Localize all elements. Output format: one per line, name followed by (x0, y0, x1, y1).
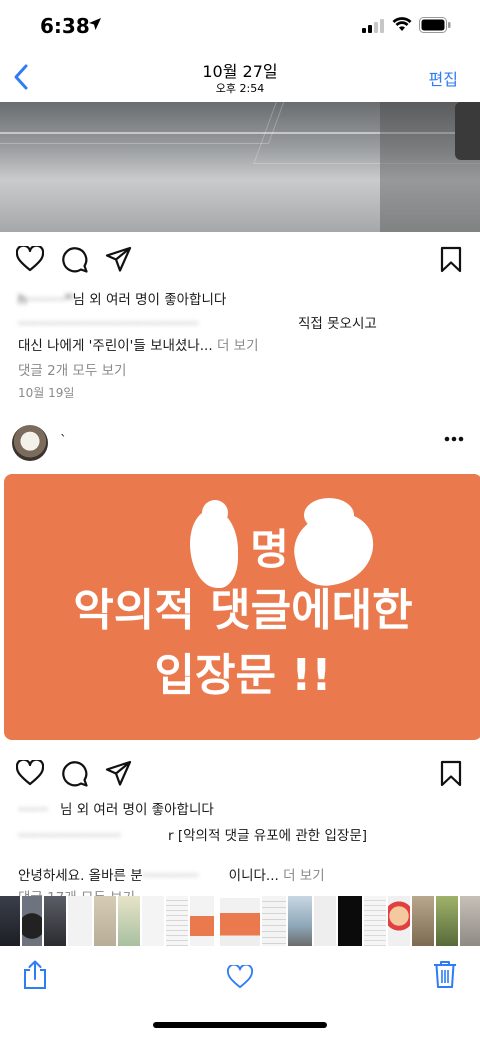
share-icon[interactable] (22, 960, 48, 990)
thumbnail[interactable] (314, 896, 336, 946)
wifi-icon (392, 17, 412, 31)
header-time: 오후 2:54 (215, 82, 265, 95)
thumbnail[interactable] (142, 896, 164, 946)
card-line-3: 입장문 !! (154, 650, 332, 701)
bookmark-icon[interactable] (440, 760, 462, 787)
post2-view-comments[interactable]: 댓글 17개 모두 보기 (18, 886, 135, 896)
comment-icon[interactable] (61, 246, 88, 273)
post1-likes-text: 님 외 여러 명이 좋아합니다 (72, 292, 227, 308)
post2-more-link[interactable]: 더 보기 (283, 868, 325, 884)
send-icon[interactable] (105, 760, 132, 787)
post1-likes-user: h·········ᴹ (18, 292, 73, 308)
heart-icon[interactable] (16, 760, 44, 786)
post2-photo-card: 애 명 악의적 댓글에대한 입장문 !! (4, 474, 480, 740)
thumbnail[interactable] (262, 896, 286, 946)
status-bar: 6:38 (0, 0, 480, 54)
thumbnail[interactable] (364, 896, 386, 946)
thumbnail-strip[interactable] (0, 896, 480, 946)
thumbnail[interactable] (436, 896, 458, 946)
thumbnail[interactable] (412, 896, 434, 946)
post1-actions (0, 242, 480, 282)
location-arrow-icon (89, 18, 101, 30)
post2-username[interactable]: ` (60, 433, 67, 449)
header-date: 10월 27일 (202, 62, 278, 81)
more-icon[interactable] (444, 436, 464, 442)
post1-more-link[interactable]: 더 보기 (217, 338, 259, 354)
post1-caption-line2: 대신 나에게 '주린이'들 보내셨나... 더 보기 (18, 338, 259, 354)
send-icon[interactable] (105, 246, 132, 273)
thumbnail[interactable] (118, 896, 140, 946)
battery-icon (419, 17, 451, 33)
thumbnail[interactable] (288, 896, 312, 946)
post2-likes-text: 님 외 여러 명이 좋아합니다 (60, 802, 214, 818)
comment-icon[interactable] (61, 760, 88, 787)
home-indicator (153, 1022, 327, 1028)
thumbnail[interactable] (44, 896, 66, 946)
signal-icon (362, 19, 384, 33)
thumbnail[interactable] (460, 896, 480, 946)
trash-icon[interactable] (433, 960, 457, 989)
post1-caption-partial: 직접 못오시고 (298, 316, 377, 332)
avatar[interactable] (12, 425, 48, 461)
favorite-heart-icon[interactable] (227, 965, 253, 989)
post2-caption-line: 안녕하세요. 올바른 분············· 이니다... 더 보기 (18, 868, 325, 884)
thumbnail[interactable] (388, 896, 410, 946)
thumbnail[interactable] (68, 896, 92, 946)
thumbnail[interactable] (0, 896, 20, 946)
status-time: 6:38 (40, 14, 90, 38)
heart-icon[interactable] (16, 246, 44, 272)
post1-date: 10월 19일 (18, 386, 75, 400)
post1-caption-line1: ········································… (18, 316, 377, 332)
card-line-2: 악의적 댓글에대한 (73, 585, 413, 636)
post2-likes: ······· 님 외 여러 명이 좋아합니다 (18, 802, 214, 818)
post1-photo (0, 102, 480, 232)
thumbnail[interactable] (94, 896, 116, 946)
thumbnail[interactable] (218, 896, 262, 946)
edit-button[interactable]: 편집 (429, 66, 458, 90)
post1-view-comments[interactable]: 댓글 2개 모두 보기 (18, 359, 126, 379)
thumbnail[interactable] (338, 896, 362, 946)
post2-actions (0, 756, 480, 796)
card-line-1: 애 명 (197, 525, 289, 574)
post2-caption-title: ························ r [악의적 댓글 유포에 관한… (18, 828, 368, 844)
thumbnail[interactable] (22, 896, 42, 946)
bookmark-icon[interactable] (440, 246, 462, 273)
thumbnail[interactable] (190, 896, 214, 946)
thumbnail[interactable] (166, 896, 188, 946)
post1-likes: h·········ᴹ님 외 여러 명이 좋아합니다 (18, 288, 226, 308)
